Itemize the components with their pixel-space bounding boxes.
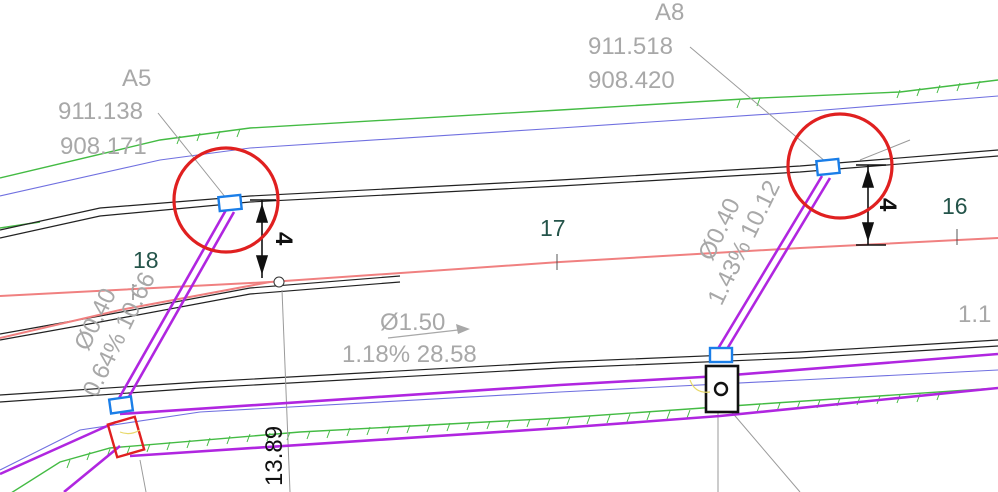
pipe-main-diameter: Ø1.50: [380, 309, 445, 336]
edge-label: 1.1: [958, 301, 991, 328]
station-label-18: 18: [133, 247, 159, 273]
pipe-label-left: Ø0.40 0.64% 10.66: [69, 268, 161, 401]
structure-rim-a8: 911.518: [588, 33, 673, 60]
yellow-arc-left: [119, 429, 141, 435]
inlet-lower-right[interactable]: [708, 346, 734, 364]
inlet-lower-left[interactable]: [107, 395, 135, 415]
alignment-point[interactable]: [273, 276, 285, 288]
structure-label-a5: A5 911.138 908.171: [58, 65, 151, 160]
structure-label-a8: A8 911.518 908.420: [588, 0, 684, 94]
flow-arrow-head: [456, 324, 470, 334]
leader-lines: [139, 46, 911, 492]
curb-lines-upper: [0, 149, 998, 239]
dimension-label-left: 4: [270, 232, 297, 246]
inlet-a5[interactable]: [217, 193, 243, 213]
inlet-a8[interactable]: [815, 157, 841, 177]
grading-ticks: [66, 80, 981, 469]
manhole-right[interactable]: [704, 364, 740, 414]
station-label-17: 17: [540, 215, 566, 241]
structure-invert-a5: 908.171: [60, 133, 147, 160]
structure-id-a8: A8: [655, 0, 684, 26]
structure-id-a5: A5: [122, 65, 151, 92]
dimension-label-right: 4: [874, 198, 901, 212]
structure-rim-a5: 911.138: [58, 98, 143, 125]
pipe-label-main: Ø1.50 1.18% 28.58: [342, 309, 477, 368]
pipe-label-right: Ø0.40 1.43% 10.12: [693, 176, 786, 309]
structure-invert-a8: 908.420: [588, 67, 675, 94]
station-label-16: 16: [942, 193, 968, 219]
pipe-main-slope: 1.18% 28.58: [342, 341, 477, 368]
vertical-measure-label: 13.89: [261, 426, 288, 486]
drawing-canvas[interactable]: A5 911.138 908.171 A8 911.518 908.420 Ø0…: [0, 0, 998, 492]
